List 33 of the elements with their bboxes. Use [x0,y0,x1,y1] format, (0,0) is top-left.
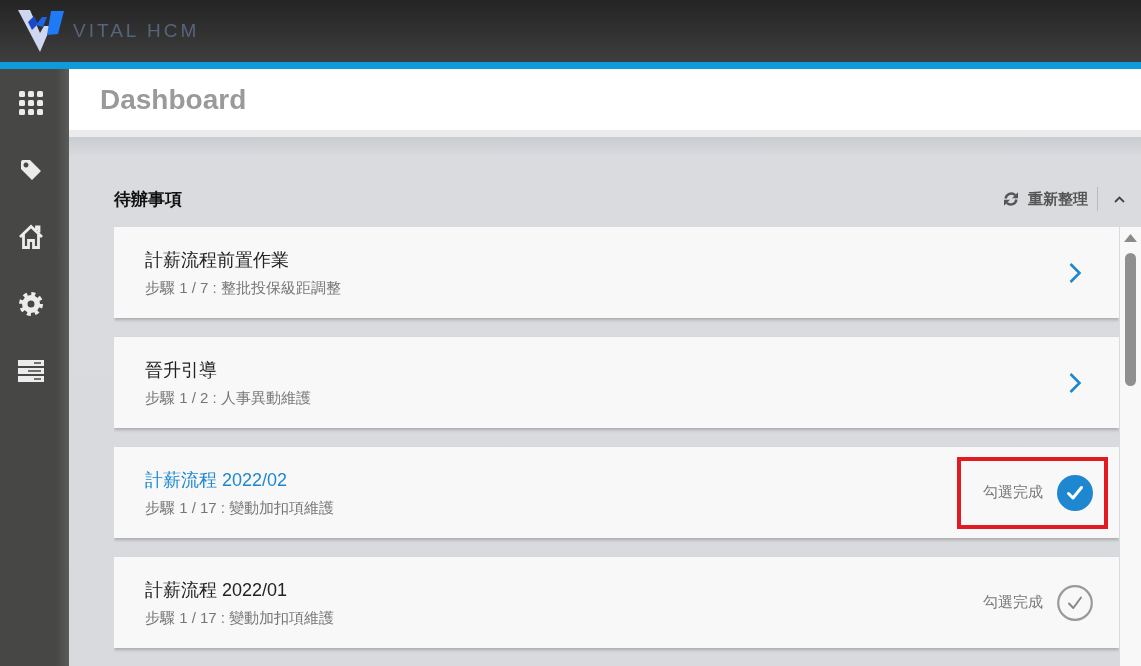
apps-grid-icon[interactable] [19,90,43,115]
chevron-icon[interactable] [1114,195,1125,203]
todo-card[interactable]: 晉升引導 步驟 1 / 2 : 人事異動維護 [114,337,1119,428]
chevron-right-icon[interactable] [1068,371,1082,394]
server-icon[interactable] [18,359,44,382]
card-title: 計薪流程前置作業 [145,248,290,272]
step-text: 步驟 1 / 7 : 整批投保級距調整 [145,277,341,298]
scrollbar-thumb[interactable] [1125,253,1136,386]
complete-checkbox[interactable] [1057,584,1093,621]
scrollbar[interactable] [1120,227,1141,666]
page-title: Dashboard [100,83,247,116]
card-title: 晉升引導 [145,358,218,382]
refresh-button[interactable]: 重新整理 [1003,189,1088,209]
brand-name: VITAL HCM [73,20,200,42]
card-title: 計薪流程 2022/01 [145,578,289,602]
scroll-up-button[interactable] [1124,234,1137,242]
section-title: 待辦事項 [114,188,182,211]
todo-card[interactable]: 計薪流程 2022/01 步驟 1 / 17 : 變動加扣項維護 勾選完成 [114,557,1119,648]
gear-icon[interactable] [19,291,43,316]
chevron-right-icon[interactable] [1068,261,1082,284]
todo-card[interactable]: 計薪流程前置作業 步驟 1 / 7 : 整批投保級距調整 [114,227,1119,318]
logo-icon [16,9,66,53]
card-title: 計薪流程 2022/02 [145,468,289,492]
complete-label: 勾選完成 [983,593,1043,612]
complete-label: 勾選完成 [983,483,1043,502]
tag-icon[interactable] [19,157,43,182]
refresh-icon [1003,191,1019,207]
step-text: 步驟 1 / 17 : 變動加扣項維護 [145,497,335,518]
todo-card[interactable]: 計薪流程 2022/02 步驟 1 / 17 : 變動加扣項維護 勾選完成 [114,447,1119,538]
step-text: 步驟 1 / 17 : 變動加扣項維護 [145,607,335,628]
home-icon[interactable] [18,223,44,250]
complete-checkbox[interactable] [1057,474,1093,511]
step-text: 步驟 1 / 2 : 人事異動維護 [145,387,311,408]
